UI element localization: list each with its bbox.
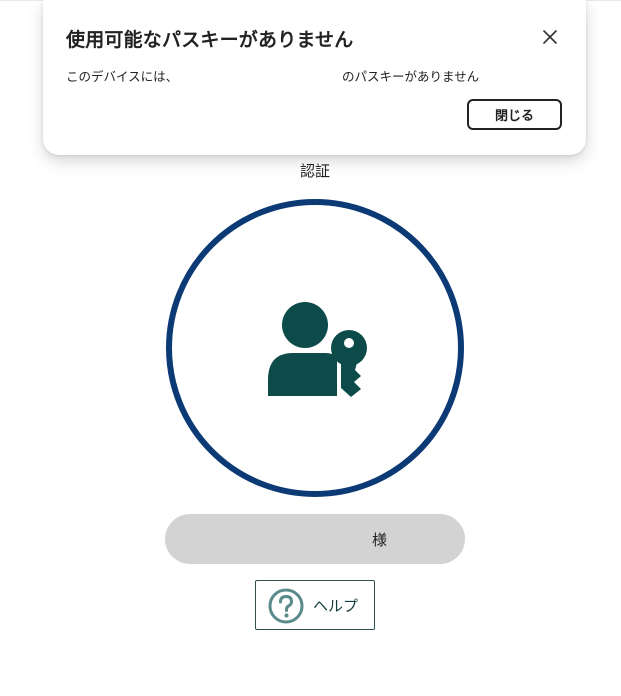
close-icon[interactable]: [540, 27, 560, 47]
passkey-auth-button[interactable]: [165, 198, 465, 498]
page-title: 認証: [299, 162, 330, 180]
user-name-bar: 様: [165, 514, 465, 564]
no-passkey-dialog: 使用可能なパスキーがありません このデバイスには、 のパスキーがありません 閉じ…: [43, 0, 586, 155]
dialog-title: 使用可能なパスキーがありません: [66, 29, 354, 51]
dialog-message-suffix: のパスキーがありません: [342, 69, 480, 84]
dialog-message-prefix: このデバイスには、: [66, 69, 179, 84]
user-honorific: 様: [372, 531, 388, 549]
close-button[interactable]: 閉じる: [467, 99, 562, 130]
question-circle-icon: [268, 588, 304, 624]
help-button[interactable]: ヘルプ: [255, 580, 375, 630]
help-label: ヘルプ: [313, 597, 359, 615]
